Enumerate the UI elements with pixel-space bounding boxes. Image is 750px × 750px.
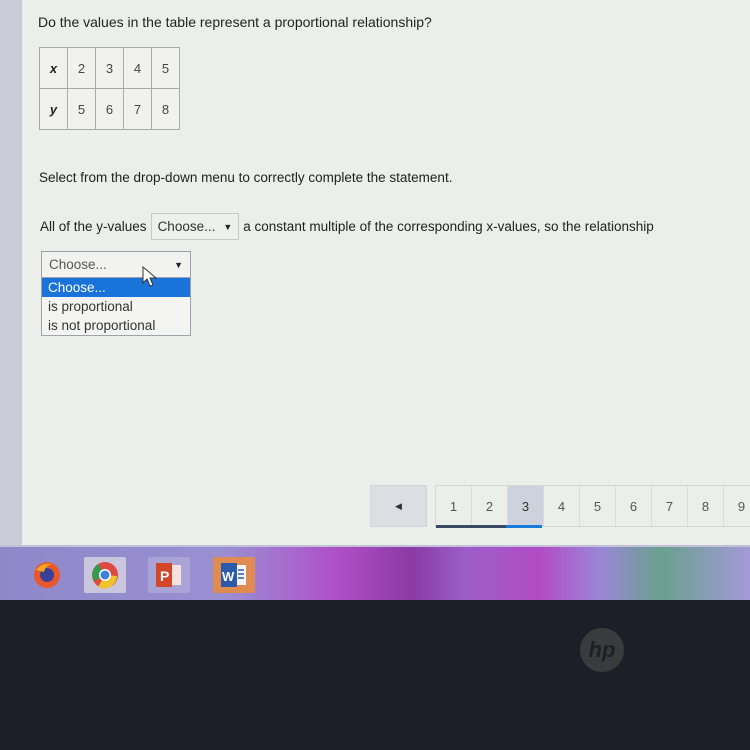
page-button[interactable]: 6 [616,486,652,526]
dropdown-option-choose[interactable]: Choose... [42,278,190,297]
table-cell: 3 [95,47,124,89]
mouse-cursor-icon [142,266,158,287]
caret-down-icon: ▼ [223,221,233,232]
svg-text:P: P [160,568,169,584]
table-cell: 5 [151,47,180,89]
statement-select[interactable]: Choose... ▼ [150,213,240,240]
page-button[interactable]: 1 [436,486,472,526]
dropdown-option-is-proportional[interactable]: is proportional [42,297,190,316]
screen: Do the values in the table represent a p… [0,0,750,545]
table-row-y: y 5 6 7 8 [39,88,180,130]
question-pager: ◀ 1 2 3 4 5 6 7 8 9 [370,485,750,528]
powerpoint-icon: P [156,563,181,587]
statement-select-value: Choose... [157,219,216,234]
question-text: Do the values in the table represent a p… [38,14,432,30]
values-table: x 2 3 4 5 y 5 6 7 8 [39,47,180,130]
table-cell: 7 [123,88,152,130]
dropdown-current-value: Choose... [49,257,107,272]
page-button-active[interactable]: 3 [508,486,544,526]
current-page-marker [506,525,542,528]
chrome-icon [92,562,118,589]
row-label-y: y [39,88,68,130]
dropdown-options: Choose... is proportional is not proport… [41,278,191,336]
dropdown-current[interactable]: Choose... ▼ [41,251,191,278]
caret-down-icon: ▼ [174,259,183,270]
taskbar-word[interactable]: W [213,557,255,593]
statement-after: a constant multiple of the corresponding… [243,219,654,234]
left-triangle-icon: ◀ [395,500,402,511]
taskbar-firefox[interactable] [26,557,68,593]
hp-logo: hp [580,628,624,672]
previous-button[interactable]: ◀ [370,485,427,527]
word-icon: W [221,563,246,587]
taskbar: P W [0,545,750,602]
taskbar-chrome[interactable] [84,557,126,593]
taskbar-powerpoint[interactable]: P [148,557,190,593]
table-cell: 5 [67,88,96,130]
statement-before: All of the y-values [40,219,147,234]
instruction-text: Select from the drop-down menu to correc… [39,170,453,185]
page-button[interactable]: 4 [544,486,580,526]
page-button[interactable]: 5 [580,486,616,526]
firefox-icon [34,562,60,588]
table-cell: 6 [95,88,124,130]
table-cell: 8 [151,88,180,130]
monitor-bezel [0,600,750,750]
page-button[interactable]: 2 [472,486,508,526]
statement: All of the y-values Choose... ▼ a consta… [40,213,654,240]
dropdown-option-is-not-proportional[interactable]: is not proportional [42,316,190,335]
page-button[interactable]: 8 [688,486,724,526]
svg-text:W: W [222,569,235,584]
row-label-x: x [39,47,68,89]
relationship-dropdown[interactable]: Choose... ▼ Choose... is proportional is… [41,251,191,336]
left-sidebar-edge [0,0,22,545]
page-button[interactable]: 7 [652,486,688,526]
page-button[interactable]: 9 [724,486,750,526]
page-list: 1 2 3 4 5 6 7 8 9 [435,485,750,528]
table-row-x: x 2 3 4 5 [39,47,180,89]
table-cell: 2 [67,47,96,89]
progress-indicator [436,525,542,528]
table-cell: 4 [123,47,152,89]
